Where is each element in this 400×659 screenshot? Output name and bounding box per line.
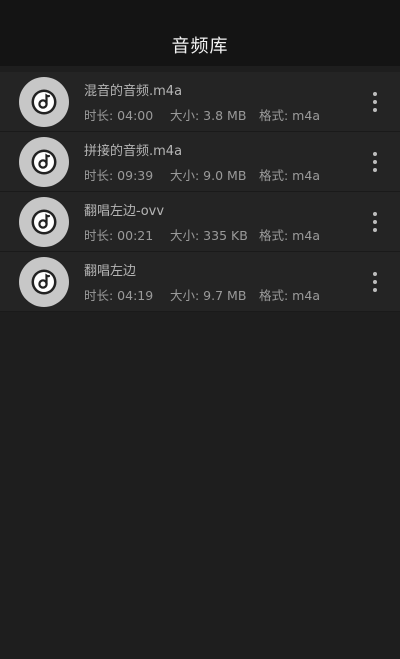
list-item[interactable]: 拼接的音频.m4a 时长: 09:39 大小: 9.0 MB 格式: m4a <box>0 132 400 192</box>
item-size: 大小: 9.7 MB <box>170 287 247 303</box>
list-item[interactable]: 混音的音频.m4a 时长: 04:00 大小: 3.8 MB 格式: m4a <box>0 72 400 132</box>
item-duration: 时长: 04:00 <box>84 107 154 123</box>
item-format: 格式: m4a <box>259 287 320 303</box>
item-info: 翻唱左边 时长: 04:19 大小: 9.7 MB 格式: m4a <box>84 260 400 304</box>
audio-library-screen: 音频库 混音的音频.m4a 时长: 04:00 大小: 3.8 MB 格式: m… <box>0 0 400 659</box>
page-title: 音频库 <box>171 36 229 57</box>
more-vertical-icon[interactable] <box>370 211 380 232</box>
item-duration: 时长: 00:21 <box>84 227 154 243</box>
item-info: 混音的音频.m4a 时长: 04:00 大小: 3.8 MB 格式: m4a <box>84 80 400 124</box>
item-info: 拼接的音频.m4a 时长: 09:39 大小: 9.0 MB 格式: m4a <box>84 140 400 184</box>
list-item[interactable]: 翻唱左边-ovv 时长: 00:21 大小: 335 KB 格式: m4a <box>0 192 400 252</box>
item-meta: 时长: 04:19 大小: 9.7 MB 格式: m4a <box>84 285 400 304</box>
item-meta: 时长: 04:00 大小: 3.8 MB 格式: m4a <box>84 105 400 124</box>
music-note-disc-icon <box>19 76 69 127</box>
item-format: 格式: m4a <box>259 227 320 243</box>
item-name: 拼接的音频.m4a <box>84 143 183 159</box>
item-name: 混音的音频.m4a <box>84 83 183 99</box>
item-format: 格式: m4a <box>259 167 320 183</box>
more-vertical-icon[interactable] <box>370 271 380 292</box>
item-meta: 时长: 00:21 大小: 335 KB 格式: m4a <box>84 225 400 244</box>
item-duration: 时长: 09:39 <box>84 167 154 183</box>
item-duration: 时长: 04:19 <box>84 287 154 303</box>
audio-list: 混音的音频.m4a 时长: 04:00 大小: 3.8 MB 格式: m4a 拼… <box>0 72 400 312</box>
more-vertical-icon[interactable] <box>370 91 380 112</box>
item-size: 大小: 335 KB <box>170 227 248 243</box>
music-note-disc-icon <box>19 136 69 187</box>
item-name: 翻唱左边-ovv <box>84 203 165 219</box>
item-size: 大小: 3.8 MB <box>170 107 247 123</box>
list-item[interactable]: 翻唱左边 时长: 04:19 大小: 9.7 MB 格式: m4a <box>0 252 400 312</box>
music-note-disc-icon <box>19 196 69 247</box>
music-note-disc-icon <box>19 256 69 307</box>
app-header: 音频库 <box>0 0 400 66</box>
item-info: 翻唱左边-ovv 时长: 00:21 大小: 335 KB 格式: m4a <box>84 200 400 244</box>
item-name: 翻唱左边 <box>84 263 137 279</box>
item-format: 格式: m4a <box>259 107 320 123</box>
item-size: 大小: 9.0 MB <box>170 167 247 183</box>
more-vertical-icon[interactable] <box>370 151 380 172</box>
item-meta: 时长: 09:39 大小: 9.0 MB 格式: m4a <box>84 165 400 184</box>
